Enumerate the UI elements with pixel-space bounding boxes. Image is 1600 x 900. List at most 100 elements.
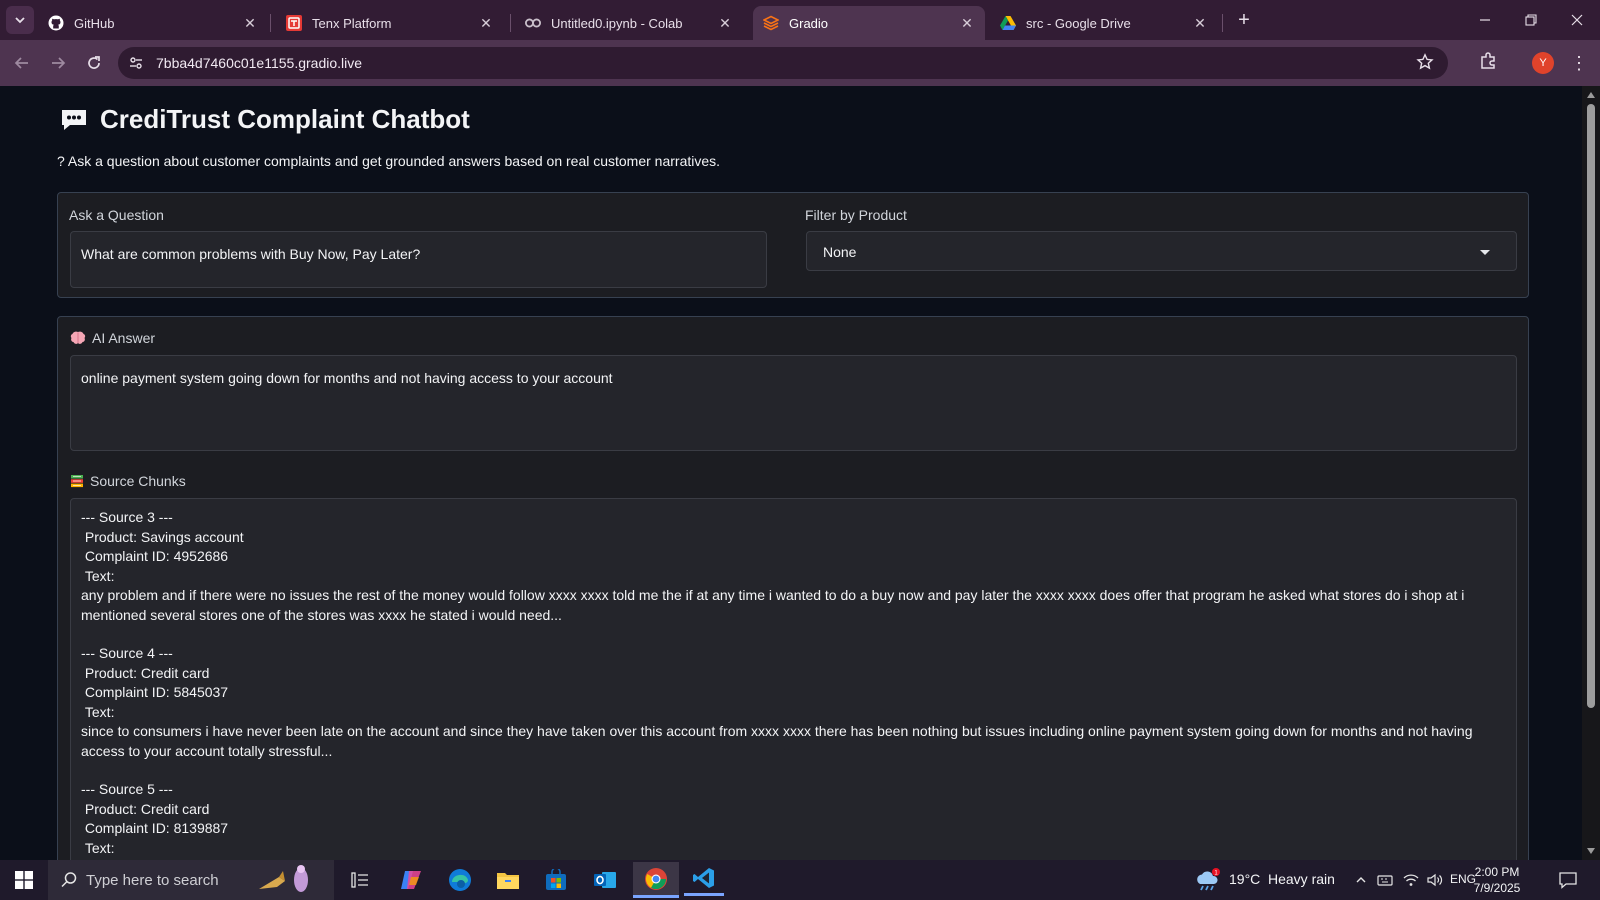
new-tab-button[interactable]: +	[1232, 8, 1256, 32]
chat-bubble-icon	[62, 109, 86, 130]
edge-icon	[449, 869, 471, 891]
folder-icon	[497, 873, 519, 889]
source-chunks-textbox[interactable]: --- Source 3 --- Product: Savings accoun…	[70, 498, 1517, 860]
wifi-icon[interactable]	[1400, 864, 1422, 896]
taskbar-search-box[interactable]: Type here to search	[48, 860, 334, 900]
source-complaint-id: Complaint ID: 5845037	[81, 684, 229, 700]
taskbar-file-explorer[interactable]	[488, 864, 528, 896]
tab-github[interactable]: GitHub ✕	[38, 6, 268, 40]
source-block: --- Source 4 --- Product: Credit card Co…	[81, 644, 1482, 761]
question-textbox[interactable]: What are common problems with Buy Now, P…	[70, 231, 767, 288]
system-clock[interactable]: 2:00 PM 7/9/2025	[1466, 864, 1528, 896]
taskbar-microsoft-store[interactable]	[536, 864, 576, 896]
start-button[interactable]	[4, 864, 44, 896]
scroll-up-arrow-icon[interactable]	[1587, 92, 1595, 98]
source-header: --- Source 5 ---	[81, 781, 173, 797]
ai-answer-textbox[interactable]: online payment system going down for mon…	[70, 355, 1517, 451]
copilot-icon	[401, 871, 421, 889]
ai-answer-label: AI Answer	[70, 330, 155, 346]
chevron-down-icon	[15, 17, 25, 24]
bookmark-star-icon[interactable]	[1416, 53, 1434, 76]
browser-tab-strip: GitHub ✕ Tenx Platform ✕ Untitled0.ipynb…	[0, 0, 1600, 40]
books-icon	[71, 475, 83, 488]
volume-icon[interactable]	[1424, 864, 1446, 896]
source-text: any problem and if there were no issues …	[81, 587, 1469, 623]
search-highlight-icon	[258, 865, 308, 892]
tab-colab[interactable]: Untitled0.ipynb - Colab ✕	[515, 6, 743, 40]
task-view-icon	[351, 872, 368, 888]
close-icon	[1571, 14, 1583, 26]
browser-menu-icon[interactable]: ⋮	[1569, 51, 1589, 75]
search-placeholder: Type here to search	[86, 871, 219, 889]
browser-toolbar: 7bba4d7460c01e1155.gradio.live Y ⋮	[0, 40, 1600, 86]
page-title: CrediTrust Complaint Chatbot	[60, 104, 470, 135]
minimize-icon	[1480, 19, 1490, 21]
gradio-icon	[763, 15, 779, 31]
profile-initial: Y	[1539, 57, 1547, 69]
taskbar-vscode[interactable]	[684, 862, 724, 896]
close-tab-icon[interactable]: ✕	[242, 15, 258, 31]
address-bar[interactable]: 7bba4d7460c01e1155.gradio.live	[118, 47, 1448, 79]
input-method-icon[interactable]	[1374, 864, 1396, 896]
product-filter-dropdown[interactable]: None	[806, 231, 1517, 271]
back-button[interactable]	[10, 51, 34, 75]
weather-temperature[interactable]: 19°C	[1229, 871, 1260, 887]
gradio-page: CrediTrust Complaint Chatbot ? Ask a que…	[0, 86, 1582, 860]
tab-tenx-platform[interactable]: Tenx Platform ✕	[276, 6, 504, 40]
tab-search-button[interactable]	[6, 6, 34, 34]
notification-icon	[1559, 872, 1577, 889]
ai-answer-value: online payment system going down for mon…	[81, 370, 613, 386]
app-title: CrediTrust Complaint Chatbot	[100, 104, 470, 134]
site-info-icon[interactable]	[126, 53, 146, 73]
output-panel: AI Answer online payment system going do…	[57, 316, 1529, 860]
restore-button[interactable]	[1508, 0, 1554, 40]
reload-icon	[88, 56, 100, 69]
tab-title: Tenx Platform	[312, 15, 392, 31]
weather-widget-icon[interactable]: 1	[1192, 864, 1222, 896]
reload-button[interactable]	[82, 51, 106, 75]
rain-cloud-icon: 1	[1197, 868, 1220, 891]
tab-google-drive[interactable]: src - Google Drive ✕	[990, 6, 1218, 40]
minimize-button[interactable]	[1462, 0, 1508, 40]
search-icon	[61, 872, 77, 888]
weather-description[interactable]: Heavy rain	[1268, 871, 1335, 887]
notification-center-button[interactable]	[1548, 864, 1588, 896]
close-tab-icon[interactable]: ✕	[478, 15, 494, 31]
source-product: Product: Credit card	[81, 664, 210, 681]
show-hidden-icons-button[interactable]	[1350, 864, 1372, 896]
close-tab-icon[interactable]: ✕	[959, 15, 975, 31]
source-chunks-label: Source Chunks	[70, 473, 186, 489]
tab-title: Untitled0.ipynb - Colab	[551, 15, 683, 31]
taskbar-outlook[interactable]	[585, 864, 625, 896]
product-filter-value: None	[823, 244, 857, 260]
task-view-button[interactable]	[340, 864, 380, 896]
source-header: --- Source 4 ---	[81, 645, 173, 661]
question-value: What are common problems with Buy Now, P…	[81, 246, 421, 262]
input-panel: Ask a Question What are common problems …	[57, 192, 1529, 298]
scrollbar-thumb[interactable]	[1587, 104, 1595, 708]
close-tab-icon[interactable]: ✕	[717, 15, 733, 31]
taskbar-edge[interactable]	[440, 864, 480, 896]
tab-gradio[interactable]: Gradio ✕	[753, 6, 985, 40]
ai-answer-label-text: AI Answer	[92, 330, 156, 346]
forward-button[interactable]	[46, 51, 70, 75]
page-scrollbar[interactable]	[1582, 86, 1600, 860]
source-text-label: Text:	[81, 567, 115, 584]
scroll-down-arrow-icon[interactable]	[1587, 848, 1595, 854]
extensions-icon[interactable]	[1478, 51, 1498, 76]
taskbar-chrome[interactable]	[633, 862, 679, 898]
taskbar-copilot[interactable]	[391, 864, 431, 896]
source-text: since to consumers i have never been lat…	[81, 723, 1477, 759]
close-window-button[interactable]	[1554, 0, 1600, 40]
tab-title: GitHub	[74, 15, 115, 31]
profile-avatar[interactable]: Y	[1532, 52, 1554, 74]
store-icon	[546, 869, 566, 890]
chevron-up-icon	[1356, 877, 1366, 883]
restore-icon	[1525, 14, 1537, 26]
tab-title: Gradio	[789, 15, 829, 31]
close-tab-icon[interactable]: ✕	[1192, 15, 1208, 31]
source-chunks-label-text: Source Chunks	[90, 473, 186, 489]
dropdown-caret-icon	[1480, 250, 1490, 255]
url-text: 7bba4d7460c01e1155.gradio.live	[156, 55, 363, 71]
windows-taskbar: Type here to search 1 19°C Heavy rain EN…	[0, 860, 1600, 900]
